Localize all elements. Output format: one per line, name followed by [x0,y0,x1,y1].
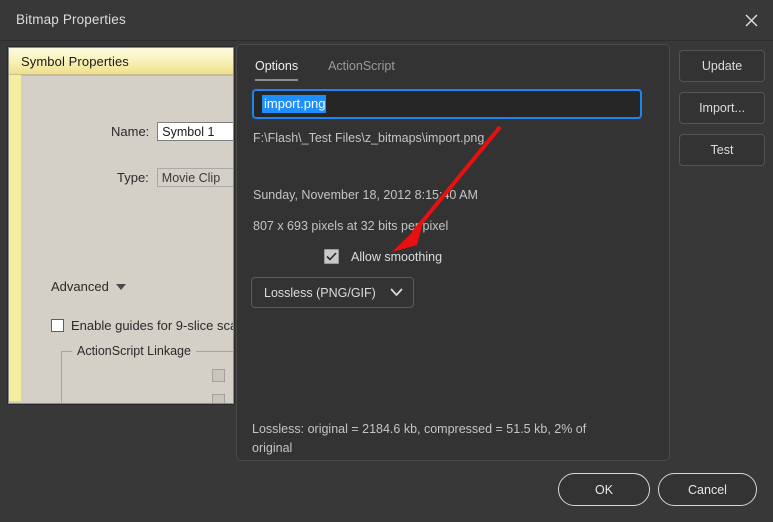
bitmap-name-input[interactable]: import.png [252,89,642,119]
background-dialog-titlebar: Symbol Properties [9,48,233,75]
background-export-as-checkbox[interactable] [212,368,225,382]
import-button[interactable]: Import... [679,92,765,124]
background-export-as-row[interactable]: Export for ActionScript [212,368,233,382]
background-nine-slice-checkbox[interactable] [51,319,64,332]
background-symbol-properties-dialog: Symbol Properties Name: Symbol 1 Type: M… [8,47,234,404]
background-dialog-body: Name: Symbol 1 Type: Movie Clip Advanced… [9,75,233,403]
background-type-row: Type: Movie Clip [117,168,233,187]
background-type-select[interactable]: Movie Clip [156,168,233,187]
background-export-as-label: Export for ActionScript [232,368,233,382]
compression-select[interactable]: Lossless (PNG/GIF) [251,277,414,308]
background-name-label: Name: [111,124,150,139]
background-export-frame-label: Export in frame 1 [232,393,233,403]
background-dialog-title: Symbol Properties [21,53,129,69]
tab-actionscript[interactable]: ActionScript [328,59,395,81]
compression-selected-value: Lossless (PNG/GIF) [264,285,376,300]
background-dialog-inner: Name: Symbol 1 Type: Movie Clip Advanced… [21,75,233,403]
background-advanced-label: Advanced [51,279,109,294]
background-nine-slice-label: Enable guides for 9-slice scaling [71,318,233,333]
allow-smoothing-row[interactable]: Allow smoothing [324,249,442,264]
test-button[interactable]: Test [679,134,765,166]
cancel-button[interactable]: Cancel [658,473,757,506]
bitmap-name-value: import.png [262,95,327,113]
background-export-frame-checkbox[interactable] [212,393,225,403]
tab-bar: Options ActionScript [255,59,395,81]
compression-summary-text: Lossless: original = 2184.6 kb, compress… [252,422,587,455]
options-panel: Options ActionScript import.png F:\Flash… [236,44,670,461]
check-icon [326,252,337,261]
allow-smoothing-checkbox[interactable] [324,249,339,264]
background-name-input[interactable]: Symbol 1 [157,122,233,141]
chevron-down-icon [390,284,403,302]
date-modified-text: Sunday, November 18, 2012 8:15:40 AM [253,188,478,202]
background-nine-slice-row[interactable]: Enable guides for 9-slice scaling [51,318,233,333]
update-button[interactable]: Update [679,50,765,82]
window-title: Bitmap Properties [16,12,126,27]
image-dimensions-text: 807 x 693 pixels at 32 bits per pixel [253,219,449,233]
allow-smoothing-label: Allow smoothing [351,249,443,264]
triangle-down-icon [115,283,126,290]
background-name-row: Name: Symbol 1 [111,122,233,141]
side-button-group: Update Import... Test [679,50,765,176]
tab-options[interactable]: Options [255,59,299,81]
background-type-label: Type: [117,170,149,185]
background-export-frame-row[interactable]: Export in frame 1 [212,393,233,403]
screen-root: Symbol Properties Name: Symbol 1 Type: M… [0,0,773,522]
window-titlebar: Bitmap Properties [0,0,773,41]
background-linkage-group-title: ActionScript Linkage [72,344,196,358]
background-advanced-toggle[interactable]: Advanced [51,279,126,294]
file-path-text: F:\Flash\_Test Files\z_bitmaps\import.pn… [253,131,485,145]
close-button[interactable] [729,0,773,40]
close-icon [745,14,758,27]
background-linkage-group: ActionScript Linkage Export for ActionSc… [61,344,233,403]
ok-button[interactable]: OK [558,473,650,506]
